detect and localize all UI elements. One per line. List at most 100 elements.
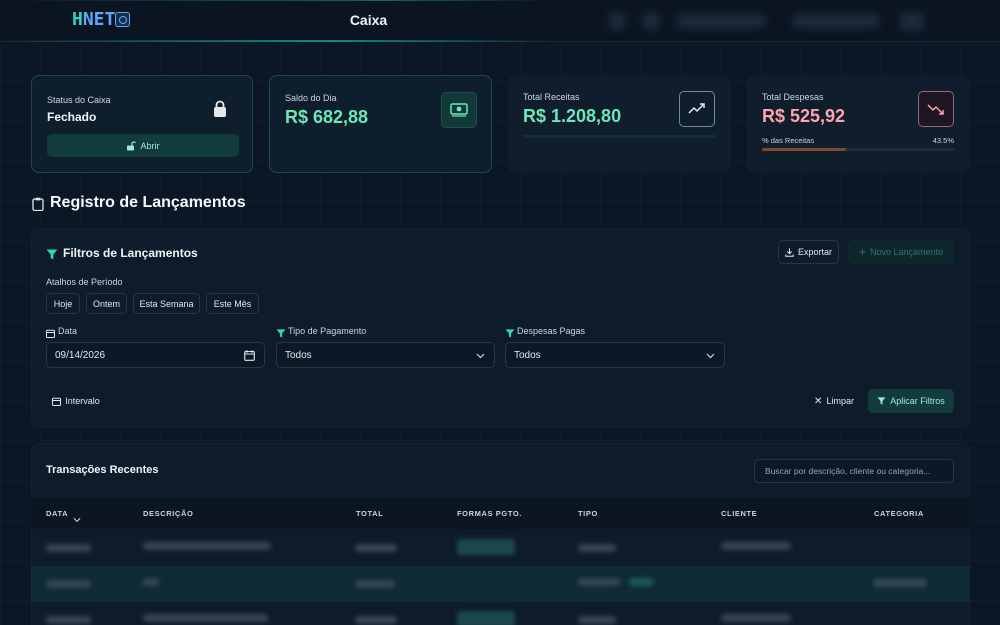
column-header-client: CLIENTE [721,509,758,518]
section-title: Registro de Lançamentos [50,194,246,211]
table-cell-blurred [721,614,791,622]
chevron-down-icon [476,351,485,362]
despesas-label: Total Despesas [762,92,824,102]
table-cell-blurred [143,614,268,622]
search-input[interactable] [754,459,954,483]
table-cell-blurred [355,580,395,588]
user-name [676,14,766,28]
table-cell-blurred [457,539,515,555]
date-value: 09/14/2026 [55,349,106,361]
top-header: HNET Caixa [0,0,1000,42]
trending-up-icon [679,91,715,127]
column-header-total: TOTAL [356,509,384,518]
filter-icon [877,397,886,405]
lock-icon [212,100,228,123]
apply-filters-label: Aplicar Filtros [890,396,945,406]
despesas-card: Total Despesas R$ 525,92 % das Receitas … [747,75,970,173]
shortcut-this-month[interactable]: Este Mês [206,293,259,314]
payment-type-value: Todos [285,349,312,361]
saldo-card: Saldo do Dia R$ 682,88 [269,75,492,173]
table-cell-blurred [721,542,791,550]
despesas-pct-label: % das Receitas [762,136,815,145]
status-value: Fechado [47,110,97,124]
table-cell-blurred [578,544,616,552]
column-header-date[interactable]: DATA [46,509,68,518]
paid-filter-icon [505,325,515,343]
shortcut-today[interactable]: Hoje [46,293,80,314]
settings-icon[interactable] [642,12,660,30]
table-cell-blurred [143,578,159,586]
calendar-picker-icon[interactable] [244,350,255,364]
sort-chevron-down-icon[interactable] [73,510,81,528]
clear-filters-button[interactable]: ✕ Limpar [808,389,860,413]
table-cell-blurred [355,544,397,552]
table-row[interactable] [31,566,970,602]
payment-filter-icon [276,325,286,343]
paid-expenses-select[interactable]: Todos [505,342,725,368]
table-cell-blurred [873,579,927,587]
table-cell-blurred [46,616,91,624]
paid-expenses-label: Despesas Pagas [517,326,586,336]
calendar-icon [46,325,55,343]
shortcuts-label: Atalhos de Período [46,277,123,287]
export-button[interactable]: Exportar [778,240,839,264]
header-user-area[interactable] [600,6,940,36]
clipboard-icon [32,197,44,216]
clear-label: Limpar [826,396,854,406]
table-cell-blurred [355,616,397,624]
status-label: Status do Caixa [47,95,111,105]
status-card: Status do Caixa Fechado Abrir [31,75,253,173]
paid-expenses-value: Todos [514,349,541,361]
avatar[interactable] [900,12,924,30]
column-header-category: CATEGORIA [874,509,924,518]
table-cell-blurred [578,616,616,624]
receitas-label: Total Receitas [523,92,580,102]
unlock-icon [127,140,137,150]
open-cashier-button[interactable]: Abrir [47,134,239,157]
column-header-payment: FORMAS PGTO. [457,509,522,518]
date-input[interactable]: 09/14/2026 [46,342,265,368]
shortcut-this-week[interactable]: Esta Semana [133,293,200,314]
saldo-label: Saldo do Dia [285,93,337,103]
table-cell-blurred [46,580,91,588]
table-cell-blurred [143,542,271,550]
table-row[interactable] [31,530,970,566]
interval-button[interactable]: Intervalo [46,389,106,413]
shortcut-yesterday[interactable]: Ontem [86,293,127,314]
plus-icon: + [858,245,866,259]
payment-type-select[interactable]: Todos [276,342,495,368]
interval-label: Intervalo [65,396,100,406]
open-cashier-label: Abrir [140,140,160,151]
close-icon: ✕ [814,395,823,407]
filters-title: Filtros de Lançamentos [63,246,198,260]
header-glow [0,40,550,42]
table-cell-blurred [457,611,515,625]
despesas-pct-value: 43.5% [932,136,954,145]
apply-filters-button[interactable]: Aplicar Filtros [868,389,954,413]
despesas-value: R$ 525,92 [762,106,846,126]
payment-type-label: Tipo de Pagamento [288,326,367,336]
receitas-card: Total Receitas R$ 1.208,80 [508,75,731,173]
date-label: Data [58,326,78,336]
download-icon [785,248,794,257]
user-role [792,14,880,28]
table-cell-blurred [578,578,620,586]
receitas-value: R$ 1.208,80 [523,106,622,126]
calendar-icon [52,397,62,406]
cash-icon [441,92,477,128]
new-entry-button[interactable]: + Novo Lançamento [848,240,954,264]
despesas-bar-fill [762,148,846,151]
saldo-value: R$ 682,88 [285,107,369,127]
new-entry-label: Novo Lançamento [869,247,944,257]
table-row[interactable] [31,602,970,625]
table-cell-blurred [629,578,653,586]
transactions-title: Transações Recentes [46,464,159,476]
despesas-bar [762,148,955,151]
export-label: Exportar [797,247,832,257]
chevron-down-icon [706,351,715,362]
filter-icon [46,247,58,265]
notification-icon[interactable] [608,12,626,30]
column-header-description: DESCRIÇÃO [143,509,194,518]
trending-down-icon [918,91,954,127]
header-top-glow [0,0,550,1]
